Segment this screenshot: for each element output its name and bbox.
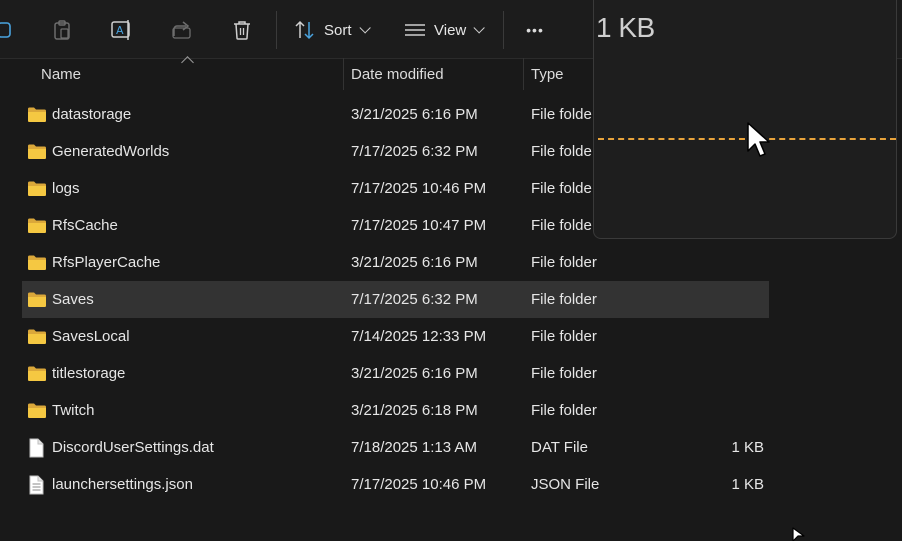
share-icon[interactable] [168,14,196,46]
svg-text:A: A [116,24,124,37]
folder-icon [27,143,47,165]
new-icon[interactable] [0,14,18,46]
file-date-modified: 7/14/2025 12:33 PM [351,328,487,345]
file-type: File folde [531,180,592,197]
folder-icon [27,217,47,239]
file-name: logs [52,180,80,197]
file-date-modified: 3/21/2025 6:16 PM [351,254,478,271]
sort-button[interactable]: Sort [294,14,371,46]
file-name: Twitch [52,402,95,419]
file-row[interactable]: Saves 7/17/2025 6:32 PM File folder [22,281,769,318]
delete-icon[interactable] [228,14,256,46]
rename-icon[interactable]: A [107,14,137,46]
file-name: DiscordUserSettings.dat [52,439,214,456]
file-name: datastorage [52,106,132,123]
file-date-modified: 7/17/2025 10:46 PM [351,180,487,197]
view-label: View [434,21,467,39]
file-type: File folder [531,291,597,308]
file-date-modified: 7/18/2025 1:13 AM [351,439,477,456]
file-date-modified: 3/21/2025 6:16 PM [351,106,478,123]
file-row[interactable]: SavesLocal 7/14/2025 12:33 PM File folder [22,318,769,355]
file-type: DAT File [531,439,588,456]
file-name: RfsPlayerCache [52,254,161,271]
column-divider[interactable] [523,58,524,90]
file-row[interactable]: titlestorage 3/21/2025 6:16 PM File folder [22,355,769,392]
column-header-name[interactable]: Name [41,58,81,90]
mouse-cursor-icon [747,122,770,157]
paste-icon[interactable] [48,14,76,46]
view-icon [404,22,426,38]
file-type: File folder [531,328,597,345]
view-button[interactable]: View [404,14,486,46]
folder-icon [27,402,47,424]
file-date-modified: 7/17/2025 10:46 PM [351,476,487,493]
toolbar-divider [503,11,504,49]
file-name: GeneratedWorlds [52,143,170,160]
column-divider[interactable] [343,58,344,90]
file-row[interactable]: RfsPlayerCache 3/21/2025 6:16 PM File fold… [22,244,769,281]
file-date-modified: 7/17/2025 6:32 PM [351,143,478,160]
file-name: RfsCache [52,217,118,234]
folder-icon [27,291,47,313]
file-type: JSON File [531,476,600,493]
preview-pane: 1 KB [593,0,897,239]
folder-icon [27,180,47,202]
file-row[interactable]: Twitch 3/21/2025 6:18 PM File folder [22,392,769,429]
folder-icon [27,328,47,350]
sort-icon [294,20,316,40]
file-type: File folde [531,106,592,123]
file-date-modified: 3/21/2025 6:16 PM [351,365,478,382]
file-icon [27,438,45,462]
file-size: 1 KB [731,439,764,456]
more-icon[interactable]: ••• [522,14,548,46]
file-row[interactable]: DiscordUserSettings.dat 7/18/2025 1:13 AM… [22,429,769,466]
file-name: launchersettings.json [52,476,193,493]
file-date-modified: 7/17/2025 6:32 PM [351,291,478,308]
file-row[interactable]: launchersettings.json 7/17/2025 10:46 PM J… [22,466,769,503]
text-file-icon [27,475,45,499]
file-date-modified: 3/21/2025 6:18 PM [351,402,478,419]
file-type: File folde [531,143,592,160]
folder-icon [27,365,47,387]
toolbar-divider [276,11,277,49]
file-type: File folder [531,402,597,419]
file-name: SavesLocal [52,328,130,345]
file-type: File folder [531,254,597,271]
file-type: File folder [531,365,597,382]
column-header-date-modified[interactable]: Date modified [351,58,444,90]
chevron-down-icon [358,22,371,34]
file-name: titlestorage [52,365,126,382]
chevron-down-icon [473,22,486,34]
folder-icon [27,106,47,128]
file-type: File folde [531,217,592,234]
file-size: 1 KB [731,476,764,493]
folder-icon [27,254,47,276]
file-date-modified: 7/17/2025 10:47 PM [351,217,487,234]
column-header-type[interactable]: Type [531,58,564,90]
file-name: Saves [52,291,94,308]
preview-size: 1 KB [596,12,655,43]
sort-label: Sort [324,21,352,39]
